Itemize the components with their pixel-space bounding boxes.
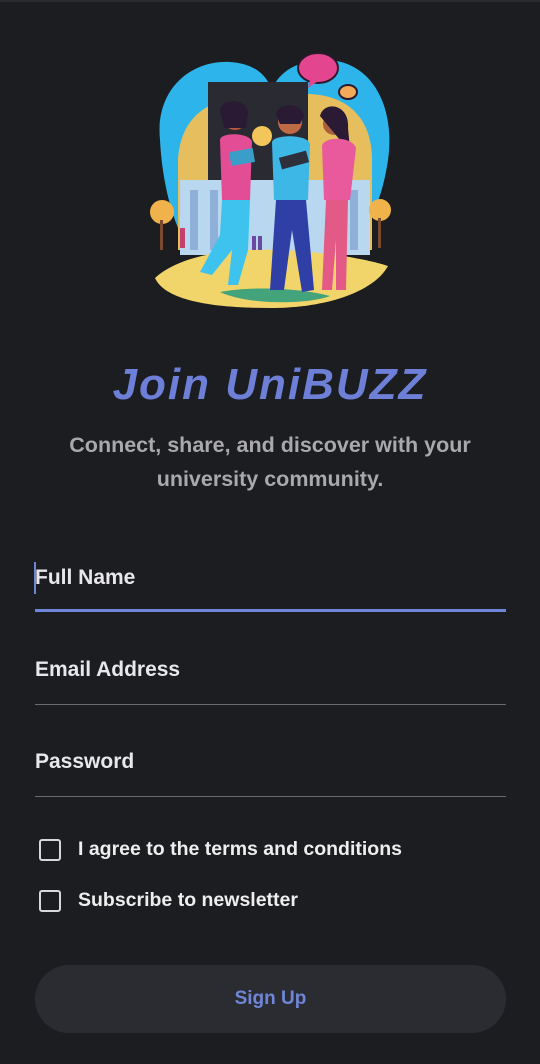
password-field[interactable]: Password	[35, 750, 506, 798]
newsletter-checkbox-row[interactable]: Subscribe to newsletter	[39, 889, 298, 912]
newsletter-checkbox[interactable]	[39, 889, 61, 912]
password-underline	[35, 796, 506, 797]
password-label: Password	[35, 750, 135, 773]
email-field[interactable]: Email Address	[35, 658, 506, 706]
terms-checkbox[interactable]	[39, 838, 61, 861]
full-name-underline	[35, 609, 506, 612]
email-label: Email Address	[35, 658, 181, 681]
sign-up-button[interactable]: Sign Up	[35, 965, 506, 1033]
page-subtitle: Connect, share, and discover with your u…	[69, 433, 471, 491]
full-name-label: Full Name	[35, 566, 136, 589]
terms-label: I agree to the terms and conditions	[78, 838, 402, 860]
terms-checkbox-row[interactable]: I agree to the terms and conditions	[39, 838, 402, 861]
students-group-illustration	[150, 50, 394, 312]
full-name-field[interactable]: Full Name	[34, 562, 506, 614]
status-divider	[0, 0, 540, 2]
email-underline	[35, 704, 506, 705]
newsletter-label: Subscribe to newsletter	[78, 889, 298, 911]
page-title: Join UniBUZZ	[112, 360, 428, 409]
